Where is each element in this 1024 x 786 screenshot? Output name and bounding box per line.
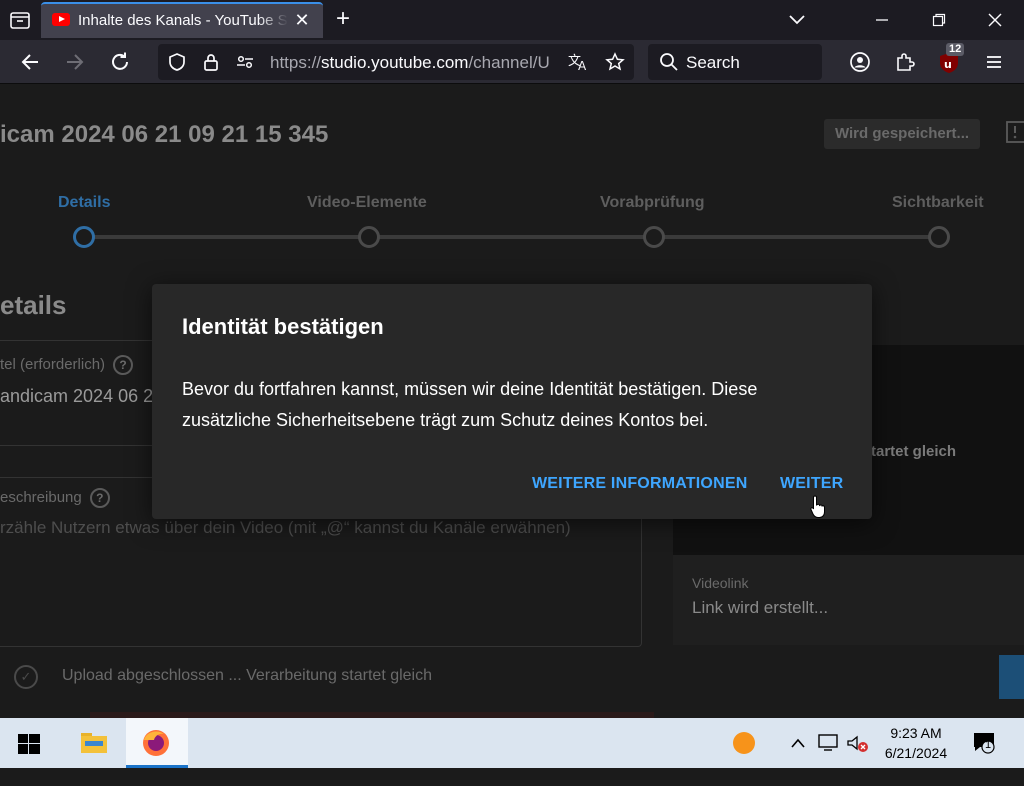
videolink-value: Link wird erstellt... (692, 598, 829, 617)
dialog-title: Identität bestätigen (182, 314, 384, 339)
hamburger-menu-icon[interactable] (981, 49, 1007, 75)
url-domain: studio.youtube.com (321, 53, 469, 72)
videolink-label: Videolink (692, 575, 749, 591)
svg-text:A: A (578, 59, 587, 72)
close-tab-icon[interactable]: ✕ (293, 11, 311, 29)
step-dot-details[interactable] (73, 226, 95, 248)
shield-icon[interactable] (166, 52, 188, 72)
step-visibility[interactable]: Sichtbarkeit (892, 194, 984, 212)
back-button[interactable] (17, 49, 43, 75)
svg-text:u: u (944, 58, 952, 71)
description-placeholder: rzähle Nutzern etwas über dein Video (mi… (0, 518, 571, 537)
step-video-elements[interactable]: Video-Elemente (307, 194, 427, 212)
preview-status: tartet gleich (871, 443, 957, 460)
active-tab[interactable]: Inhalte des Kanals - YouTube Studio ✕ (41, 2, 323, 38)
lock-icon[interactable] (200, 52, 222, 72)
extensions-puzzle-icon[interactable] (892, 49, 918, 75)
extension-badge: 12 (946, 43, 965, 56)
network-icon[interactable] (818, 734, 840, 784)
description-label: eschreibung? (0, 488, 110, 508)
close-window-icon[interactable] (981, 8, 1009, 32)
firefox-taskbar-button[interactable] (126, 718, 188, 768)
minimize-icon[interactable] (868, 8, 896, 32)
search-box[interactable]: Search (648, 44, 822, 80)
next-button[interactable] (999, 655, 1024, 699)
navigation-toolbar: https://studio.youtube.com/channel/U 文A … (0, 40, 1024, 84)
clock-time: 9:23 AM (890, 725, 942, 741)
hand-cursor-icon (810, 495, 826, 519)
url-text[interactable]: https://studio.youtube.com/channel/U (270, 53, 560, 73)
url-path: /channel/U (468, 53, 550, 72)
upload-status-text: Upload abgeschlossen ... Verarbeitung st… (62, 667, 433, 684)
search-label: Search (686, 53, 740, 72)
permissions-icon[interactable] (234, 52, 256, 72)
title-field-label: tel (erforderlich)? (0, 355, 134, 375)
dialog-body: Bevor du fortfahren kannst, müssen wir d… (182, 379, 758, 430)
identity-verification-dialog: Identität bestätigen Bevor du fortfahren… (152, 284, 872, 519)
volume-muted-icon[interactable] (846, 734, 870, 784)
stepper-track (84, 235, 940, 239)
translate-icon[interactable]: 文A (568, 52, 590, 73)
windows-start-icon[interactable] (18, 734, 40, 784)
help-icon[interactable]: ? (113, 355, 134, 375)
feedback-icon[interactable] (1006, 121, 1024, 150)
show-hidden-icons-chevron-icon[interactable] (790, 736, 806, 786)
tab-list-icon[interactable] (8, 8, 32, 32)
notification-count: 1 (985, 739, 992, 751)
forward-button[interactable] (62, 49, 88, 75)
url-prefix: https:// (270, 53, 322, 72)
restore-icon[interactable] (925, 8, 953, 32)
step-checks[interactable]: Vorabprüfung (600, 194, 705, 212)
upload-check-icon: ✓ (14, 665, 38, 689)
tab-bar: Inhalte des Kanals - YouTube Studio ✕ + (0, 0, 1024, 40)
step-dot-video-elements[interactable] (358, 226, 380, 248)
step-details[interactable]: Details (58, 194, 110, 212)
tab-title: Inhalte des Kanals - YouTube Studio (78, 12, 288, 29)
new-tab-button[interactable]: + (332, 7, 354, 31)
file-explorer-icon[interactable] (80, 730, 108, 780)
search-icon (659, 52, 679, 77)
help-icon[interactable]: ? (89, 488, 110, 508)
youtube-favicon-icon (52, 13, 70, 26)
videolink-panel: Videolink Link wird erstellt... (673, 555, 1024, 645)
more-info-button[interactable]: WEITERE INFORMATIONEN (532, 475, 747, 493)
continue-button[interactable]: WEITER (780, 475, 843, 493)
step-dot-checks[interactable] (643, 226, 665, 248)
saving-status: Wird gespeichert... (824, 119, 980, 149)
reload-button[interactable] (107, 49, 133, 75)
account-icon[interactable] (847, 49, 873, 75)
address-bar[interactable]: https://studio.youtube.com/channel/U 文A (158, 44, 634, 80)
title-field-value: andicam 2024 06 2 (0, 386, 154, 406)
bookmark-star-icon[interactable] (604, 52, 626, 72)
step-dot-visibility[interactable] (928, 226, 950, 248)
orange-app-icon[interactable] (732, 731, 756, 781)
section-heading: etails (0, 290, 67, 320)
notification-center-icon[interactable]: 1 (972, 730, 996, 754)
video-title-heading: icam 2024 06 21 09 21 15 345 (0, 121, 329, 148)
list-all-tabs-icon[interactable] (783, 8, 811, 32)
system-clock[interactable]: 9:23 AM 6/21/2024 (870, 723, 962, 763)
clock-date: 6/21/2024 (884, 745, 948, 761)
windows-taskbar: 9:23 AM 6/21/2024 1 (0, 718, 1024, 768)
